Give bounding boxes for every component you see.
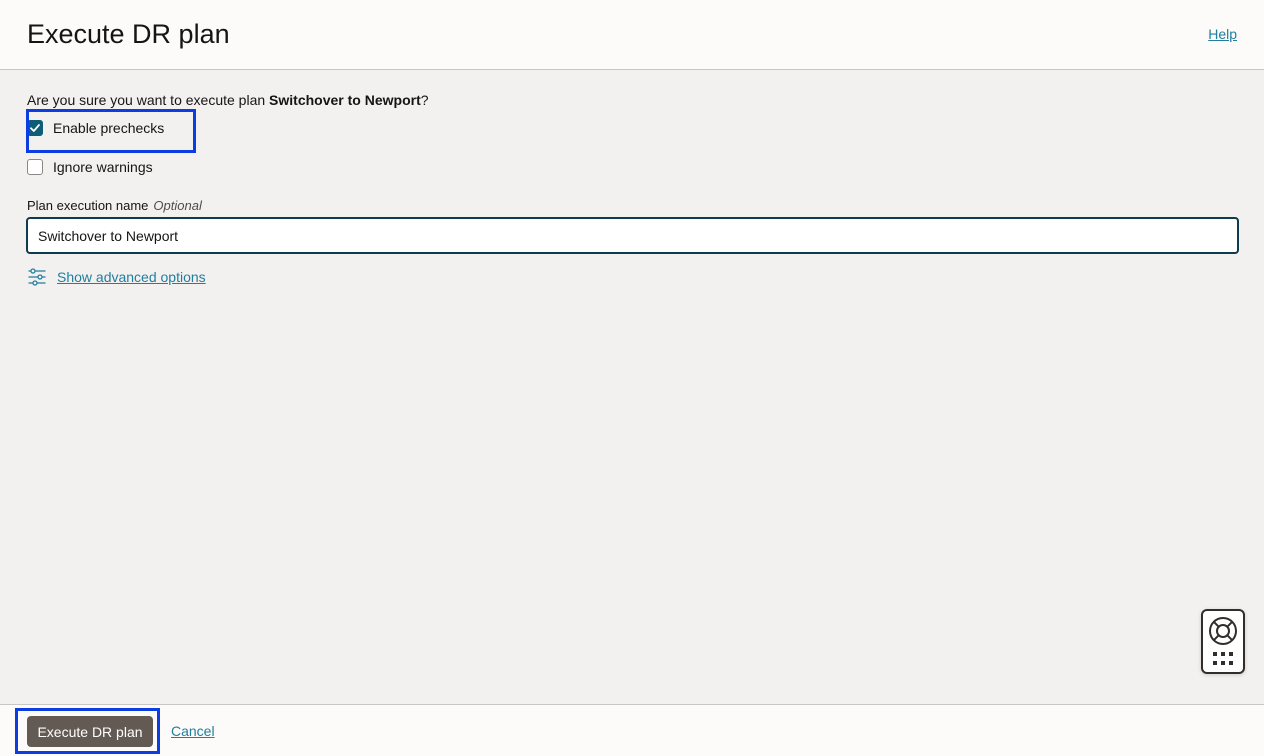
lifebuoy-icon: [1209, 617, 1237, 645]
advanced-options-toggle[interactable]: Show advanced options: [27, 267, 206, 287]
optional-hint: Optional: [153, 198, 202, 213]
checkmark-icon: [30, 124, 40, 132]
ignore-warnings-label: Ignore warnings: [53, 159, 153, 175]
show-advanced-options-link[interactable]: Show advanced options: [57, 269, 206, 285]
dialog-header: Execute DR plan Help: [0, 0, 1264, 70]
checkbox-checked[interactable]: [27, 120, 43, 136]
help-link[interactable]: Help: [1208, 26, 1237, 42]
execution-name-label-text: Plan execution name: [27, 198, 149, 213]
plan-name: Switchover to Newport: [269, 92, 421, 108]
page-title: Execute DR plan: [27, 19, 230, 49]
enable-prechecks-checkbox[interactable]: Enable prechecks: [27, 120, 164, 136]
cancel-link[interactable]: Cancel: [171, 723, 215, 739]
confirmation-question: Are you sure you want to execute plan Sw…: [27, 92, 429, 108]
question-prefix: Are you sure you want to execute plan: [27, 92, 270, 108]
execution-name-label: Plan execution name Optional: [27, 198, 202, 213]
grid-dots-icon: [1213, 652, 1233, 665]
execution-name-input[interactable]: [26, 217, 1239, 254]
question-suffix: ?: [420, 92, 429, 108]
ignore-warnings-checkbox[interactable]: Ignore warnings: [27, 159, 153, 175]
enable-prechecks-label: Enable prechecks: [53, 120, 165, 136]
checkbox-unchecked[interactable]: [27, 159, 43, 175]
sliders-icon: [28, 268, 46, 286]
dialog-body: Are you sure you want to execute plan Sw…: [0, 70, 1264, 704]
execute-dr-plan-button[interactable]: Execute DR plan: [27, 716, 153, 747]
dialog-footer: Execute DR plan Cancel: [0, 704, 1264, 756]
help-widget[interactable]: [1201, 609, 1245, 674]
